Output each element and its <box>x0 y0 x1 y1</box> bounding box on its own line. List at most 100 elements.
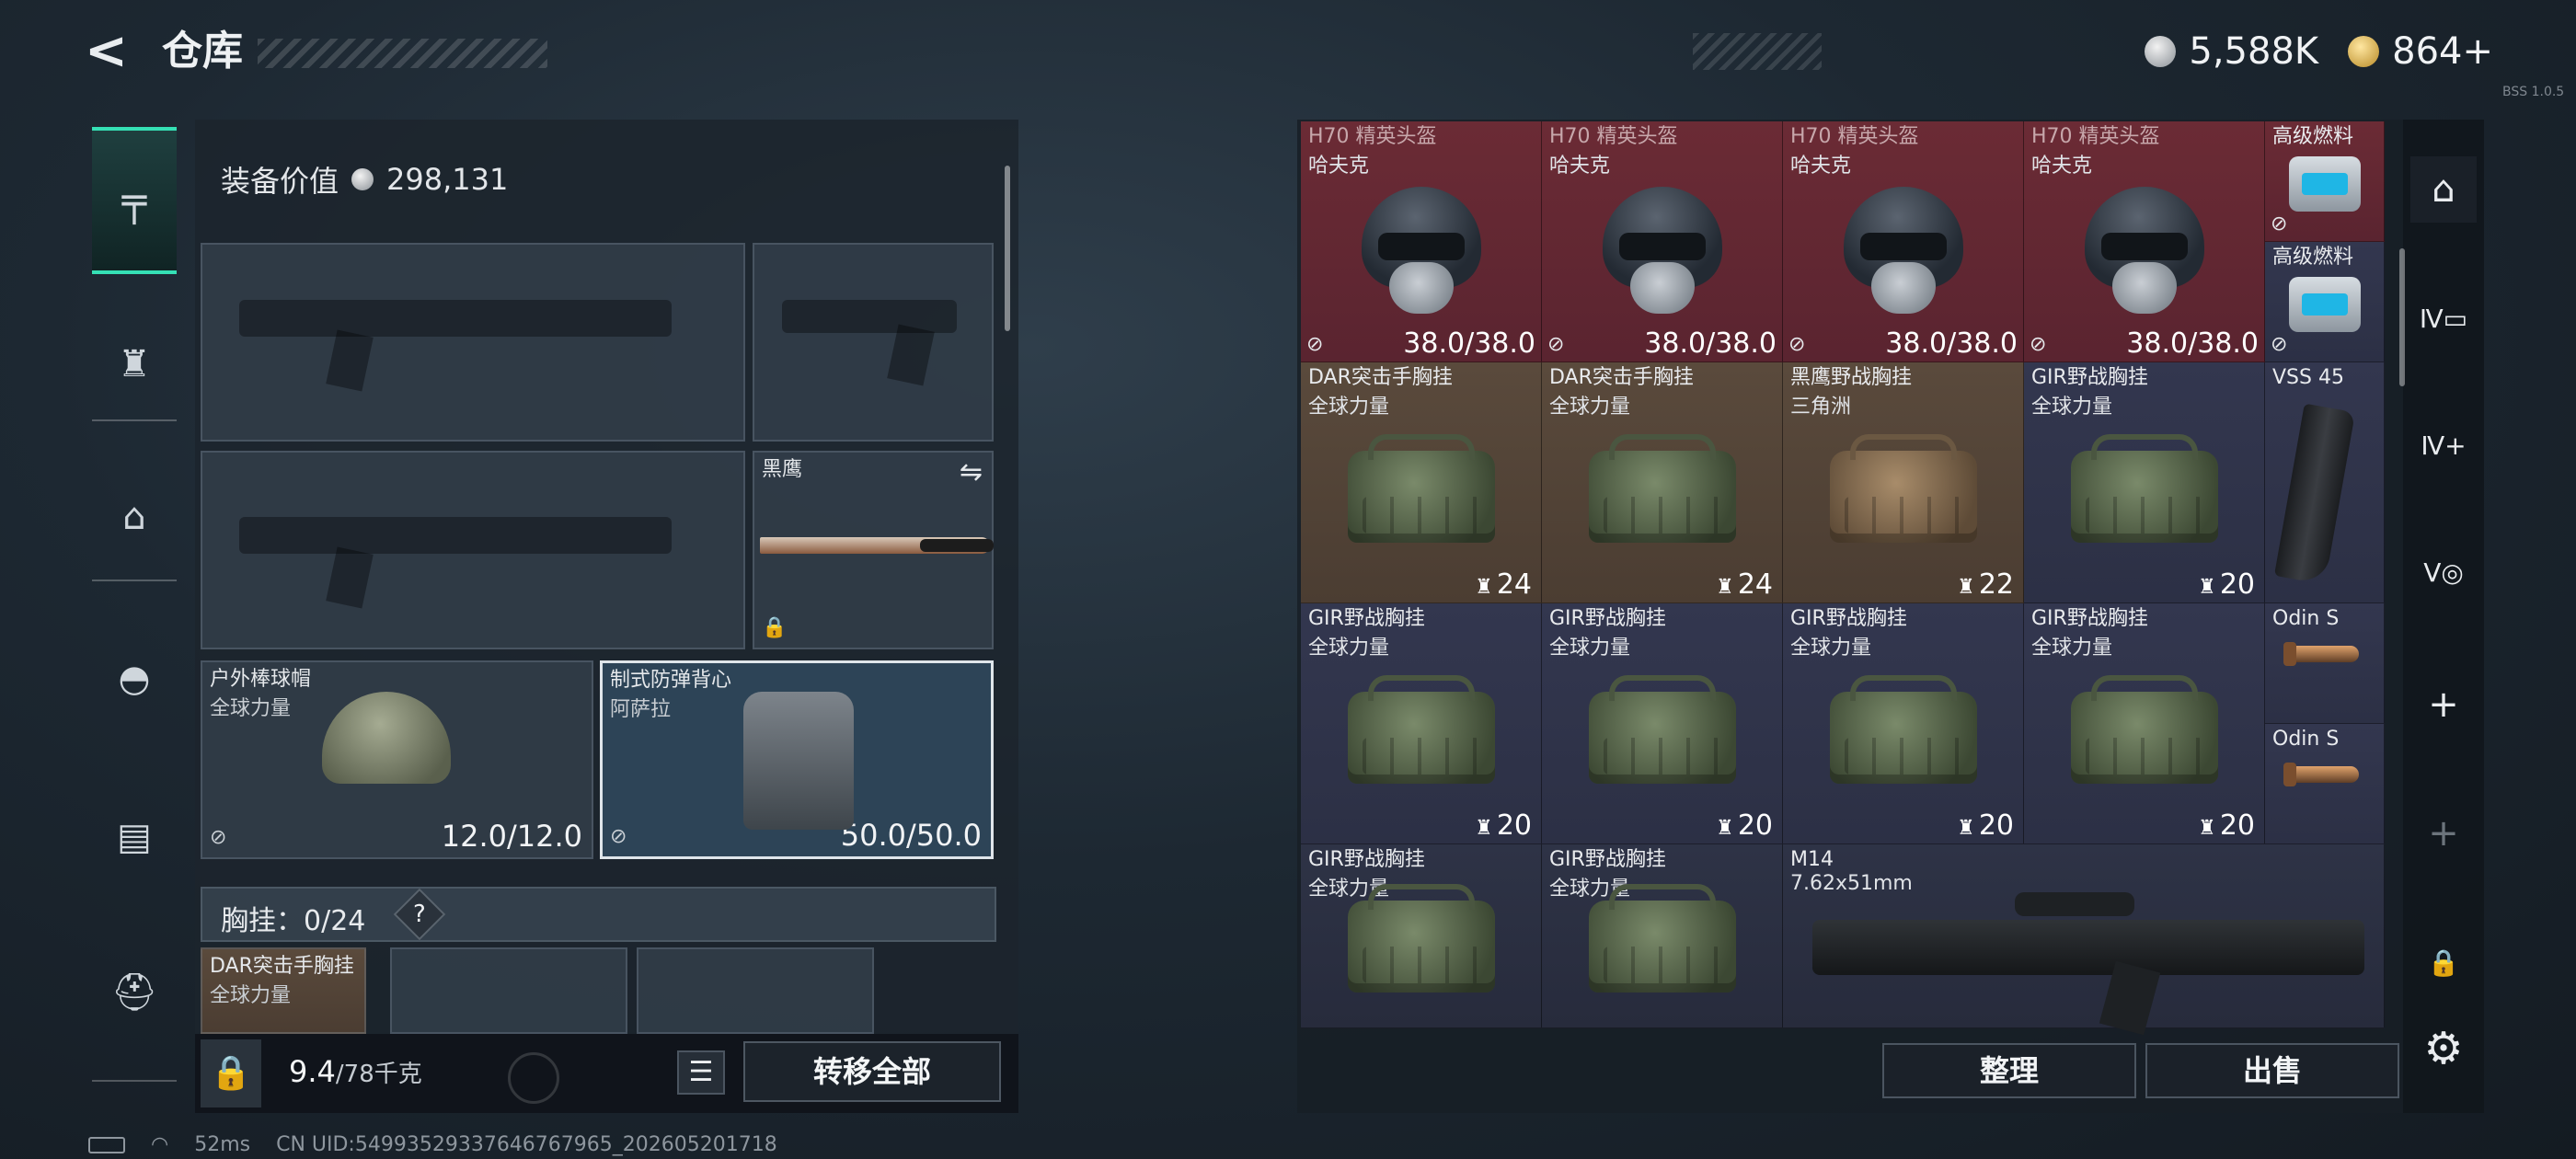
tab-separator <box>92 419 177 421</box>
chest-rig-image <box>1588 884 1736 993</box>
stash-item[interactable]: 黑鹰野战胸挂 三角洲 ♜ 22 <box>1783 362 2024 603</box>
helmet-name: 户外棒球帽 <box>210 668 312 691</box>
stash-item-name: GIR野战胸挂 <box>1308 848 1425 871</box>
stash-item-faction: 全球力量 <box>1790 637 1872 660</box>
stash-item-faction: 哈夫克 <box>1790 155 1852 178</box>
capacity-value: 20 <box>1737 809 1773 842</box>
premium-amount[interactable]: 864+ <box>2392 30 2493 73</box>
capacity-value: 20 <box>1496 809 1532 842</box>
version-label: BSS 1.0.5 <box>2502 85 2565 99</box>
stash-item-durability: 38.0/38.0 <box>2126 327 2259 360</box>
stash-item-capacity: ♜ 20 <box>1716 809 1773 842</box>
stash-item[interactable]: GIR野战胸挂 全球力量 <box>1301 844 1542 1028</box>
coin-icon <box>2145 36 2177 67</box>
armor-durability: 50.0/50.0 <box>840 818 982 853</box>
list-view-button[interactable]: ☰ <box>677 1050 725 1095</box>
stash-item-capacity: ♜ 20 <box>1475 809 1532 842</box>
stash-item[interactable]: H70 精英头盔 哈夫克 ⊘ 38.0/38.0 <box>2024 121 2265 362</box>
secondary-weapon-slot[interactable] <box>201 451 745 649</box>
helmet-icon: ◓ <box>118 658 151 700</box>
rifle-silhouette-icon <box>239 517 672 554</box>
capacity-value: 20 <box>1978 809 2014 842</box>
uid-label: CN UID:5499352933764676796​5_20260520171… <box>276 1133 777 1156</box>
stash-item-name: Odin S <box>2272 607 2340 630</box>
armor-faction: 阿萨拉 <box>610 698 672 721</box>
fuel-can-image <box>2289 277 2361 332</box>
no-insure-icon: ⊘ <box>210 826 227 849</box>
melee-name: 黑鹰 <box>762 458 803 481</box>
stash-item[interactable]: GIR野战胸挂 全球力量 ♜ 20 <box>1783 603 2024 844</box>
weight-display: 9.4/78千克 <box>289 1054 422 1089</box>
settings-button[interactable]: ⚙ <box>2410 1016 2477 1082</box>
weight-lock-icon[interactable]: 🔒 <box>201 1039 261 1107</box>
stash-home-button[interactable]: ⌂ <box>2410 156 2477 223</box>
stash-item[interactable]: GIR野战胸挂 全球力量 ♜ 20 <box>2024 603 2265 844</box>
no-insure-icon: ⊘ <box>1547 333 1565 356</box>
sidearm-slot[interactable] <box>753 243 994 442</box>
capacity-value: 20 <box>2219 809 2255 842</box>
stash-item-faction: 哈夫克 <box>1549 155 1611 178</box>
stash-item-faction: 全球力量 <box>1549 396 1631 419</box>
stash-item[interactable]: GIR野战胸挂 全球力量 ♜ 20 <box>2024 362 2265 603</box>
stash-tier4-add-button[interactable]: Ⅳ+ <box>2410 412 2477 478</box>
helmet-image <box>1593 178 1731 316</box>
transfer-all-button[interactable]: 转移全部 <box>743 1041 1001 1102</box>
tab-container[interactable]: ▤ <box>92 795 177 879</box>
stash-tier5-button[interactable]: Ⅴ◎ <box>2410 539 2477 605</box>
chest-rig-grid-cell[interactable] <box>390 947 627 1034</box>
stash-item-faction: 全球力量 <box>1308 637 1390 660</box>
stash-item[interactable]: DAR突击手胸挂 全球力量 ♜ 24 <box>1542 362 1783 603</box>
stash-item-capacity: ♜ 22 <box>1957 568 2014 601</box>
stash-item-name: GIR野战胸挂 <box>1308 607 1425 630</box>
chest-rig-slot[interactable]: DAR突击手胸挂 全球力量 <box>201 947 366 1034</box>
stash-tier4-button[interactable]: Ⅳ▭ <box>2410 285 2477 351</box>
stash-item-fuel[interactable]: 高级燃料 ⊘ <box>2265 242 2385 362</box>
stash-item[interactable]: GIR野战胸挂 全球力量 ♜ 20 <box>1301 603 1542 844</box>
stash-item-scope[interactable]: Odin S <box>2265 724 2385 844</box>
tab-backpack[interactable]: ⌂ <box>92 475 177 559</box>
pistol-grip-silhouette <box>887 324 935 386</box>
stash-rail-scrollbar[interactable] <box>2399 248 2405 386</box>
list-icon: ☰ <box>688 1056 714 1088</box>
stash-item-name: H70 精英头盔 <box>1549 125 1678 148</box>
chest-rig-image <box>1829 675 1977 785</box>
stash-item[interactable]: GIR野战胸挂 全球力量 ♜ 20 <box>1542 603 1783 844</box>
stash-item-name: 高级燃料 <box>2272 246 2354 269</box>
stash-grid: H70 精英头盔 哈夫克 ⊘ 38.0/38.0 H70 精英头盔 哈夫克 ⊘ 38.0/38… <box>1301 121 2386 1032</box>
swap-icon[interactable]: ⇋ <box>960 456 983 488</box>
sell-button[interactable]: 出售 <box>2145 1043 2399 1098</box>
primary-weapon-slot[interactable] <box>201 243 745 442</box>
tab-weapons[interactable]: ╤ <box>92 127 177 274</box>
stash-item-scope[interactable]: Odin S <box>2265 603 2385 724</box>
weight-max: /78千克 <box>335 1061 422 1088</box>
loadout-scrollbar[interactable] <box>1005 166 1010 331</box>
chest-rig-image <box>1588 434 1736 544</box>
tab-armor[interactable]: ♜ <box>92 322 177 407</box>
scope-image <box>2283 642 2359 666</box>
rifle-grip-silhouette <box>326 546 374 609</box>
stash-item[interactable]: GIR野战胸挂 全球力量 <box>1542 844 1783 1028</box>
coin-amount: 5,588K <box>2189 30 2319 73</box>
stash-item[interactable]: DAR突击手胸挂 全球力量 ♜ 24 <box>1301 362 1542 603</box>
stash-lock-button[interactable]: 🔒 <box>2410 929 2477 995</box>
stash-item-magazine[interactable]: VSS 45 <box>2265 362 2385 603</box>
stash-item[interactable]: H70 精英头盔 哈夫克 ⊘ 38.0/38.0 <box>1301 121 1542 362</box>
chest-rig-image <box>2070 434 2218 544</box>
stash-item-name: GIR野战胸挂 <box>1549 607 1666 630</box>
rifle-silhouette-icon <box>239 300 672 337</box>
stash-item-durability: 38.0/38.0 <box>1885 327 2018 360</box>
chest-rig-grid-cell[interactable] <box>637 947 874 1034</box>
vest-capacity-icon: ♜ <box>1475 576 1493 599</box>
tab-separator <box>92 580 177 581</box>
stash-item-capacity: ♜ 24 <box>1475 568 1532 601</box>
sort-button[interactable]: 整理 <box>1882 1043 2136 1098</box>
stash-item-fuel[interactable]: 高级燃料 ⊘ <box>2265 121 2385 242</box>
add-stash-button[interactable]: + <box>2410 671 2477 738</box>
stash-item[interactable]: H70 精英头盔 哈夫克 ⊘ 38.0/38.0 <box>1542 121 1783 362</box>
add-stash-disabled-icon: + <box>2428 812 2459 855</box>
tab-toolbox[interactable]: ⛑ <box>92 949 177 1034</box>
stash-item-name: 黑鹰野战胸挂 <box>1790 366 1913 389</box>
stash-item[interactable]: H70 精英头盔 哈夫克 ⊘ 38.0/38.0 <box>1783 121 2024 362</box>
tab-helmet[interactable]: ◓ <box>92 637 177 721</box>
back-button[interactable]: < <box>85 26 136 77</box>
